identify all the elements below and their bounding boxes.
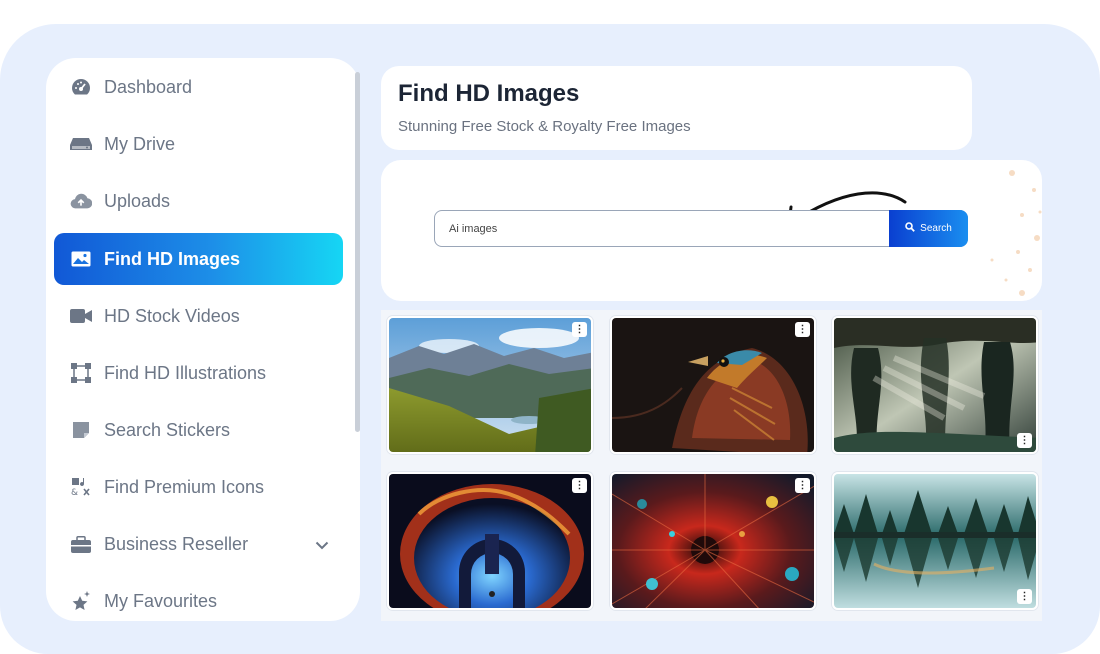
more-vertical-icon[interactable]: ⋮	[795, 478, 810, 493]
page-title: Find HD Images	[398, 80, 580, 107]
sidebar-item-label: My Drive	[104, 133, 175, 154]
sparkle-star-icon	[70, 590, 92, 612]
more-vertical-icon[interactable]: ⋮	[1017, 433, 1032, 448]
image-gallery: ⋮ ⋮ ⋮ ⋮ ⋮ ⋮	[381, 310, 1042, 621]
page-subtitle: Stunning Free Stock & Royalty Free Image…	[398, 118, 691, 135]
gallery-image[interactable]: ⋮	[832, 472, 1038, 610]
sidebar-item-search-stickers[interactable]: Search Stickers	[54, 404, 343, 456]
gallery-image[interactable]: ⋮	[387, 316, 593, 454]
more-vertical-icon[interactable]: ⋮	[572, 322, 587, 337]
sidebar-item-label: My Favourites	[104, 590, 218, 611]
vector-nodes-icon	[70, 362, 92, 384]
sidebar-item-find-hd-illustrations[interactable]: Find HD Illustrations	[54, 347, 343, 399]
sidebar-item-label: Find HD Illustrations	[104, 362, 267, 383]
sidebar-item-hd-stock-videos[interactable]: HD Stock Videos	[54, 290, 343, 342]
sidebar-item-find-hd-images[interactable]: Find HD Images	[54, 233, 343, 285]
sidebar-item-label: Dashboard	[104, 76, 193, 97]
sidebar-item-label: Uploads	[104, 190, 171, 211]
gallery-image[interactable]: ⋮	[610, 316, 816, 454]
sidebar-item-my-favourites[interactable]: My Favourites	[54, 575, 343, 621]
more-vertical-icon[interactable]: ⋮	[572, 478, 587, 493]
dashboard-gauge-icon	[70, 76, 92, 98]
search-button[interactable]: Search	[889, 210, 968, 247]
sidebar-item-find-premium-icons[interactable]: & Find Premium Icons	[54, 461, 343, 513]
briefcase-icon	[70, 533, 92, 555]
sidebar-item-my-drive[interactable]: My Drive	[54, 118, 343, 170]
decorative-dots	[990, 170, 1042, 296]
more-vertical-icon[interactable]: ⋮	[1017, 589, 1032, 604]
sidebar-scrollbar[interactable]	[355, 72, 360, 432]
gallery-image[interactable]: ⋮	[832, 316, 1038, 454]
search-input[interactable]	[449, 211, 869, 246]
sidebar-item-uploads[interactable]: Uploads	[54, 175, 343, 227]
sidebar-item-business-reseller[interactable]: Business Reseller	[54, 518, 343, 570]
sticker-icon	[70, 419, 92, 441]
more-vertical-icon[interactable]: ⋮	[795, 322, 810, 337]
gallery-image[interactable]: ⋮	[387, 472, 593, 610]
sidebar-item-label: Business Reseller	[104, 533, 249, 554]
page-header: Find HD Images Stunning Free Stock & Roy…	[381, 66, 972, 150]
sidebar: Dashboard My Drive Uploads Find HD Image…	[46, 58, 360, 621]
image-icon	[70, 248, 92, 270]
icon-set-icon: &	[70, 476, 92, 498]
sidebar-item-dashboard[interactable]: Dashboard	[54, 61, 343, 113]
gallery-image[interactable]: ⋮	[610, 472, 816, 610]
sidebar-item-label: Search Stickers	[104, 419, 231, 440]
chevron-down-icon[interactable]	[315, 534, 329, 555]
video-camera-icon	[70, 305, 92, 327]
hard-drive-icon	[70, 133, 92, 155]
search-bar: Search	[434, 210, 968, 247]
search-icon	[905, 222, 915, 235]
search-button-label: Search	[920, 223, 952, 234]
search-panel: Search	[381, 160, 1042, 301]
sidebar-item-label: HD Stock Videos	[104, 305, 240, 326]
sidebar-item-label: Find Premium Icons	[104, 476, 265, 497]
svg-text:&: &	[71, 488, 78, 497]
sidebar-item-label: Find HD Images	[104, 248, 241, 269]
cloud-upload-icon	[70, 190, 92, 212]
